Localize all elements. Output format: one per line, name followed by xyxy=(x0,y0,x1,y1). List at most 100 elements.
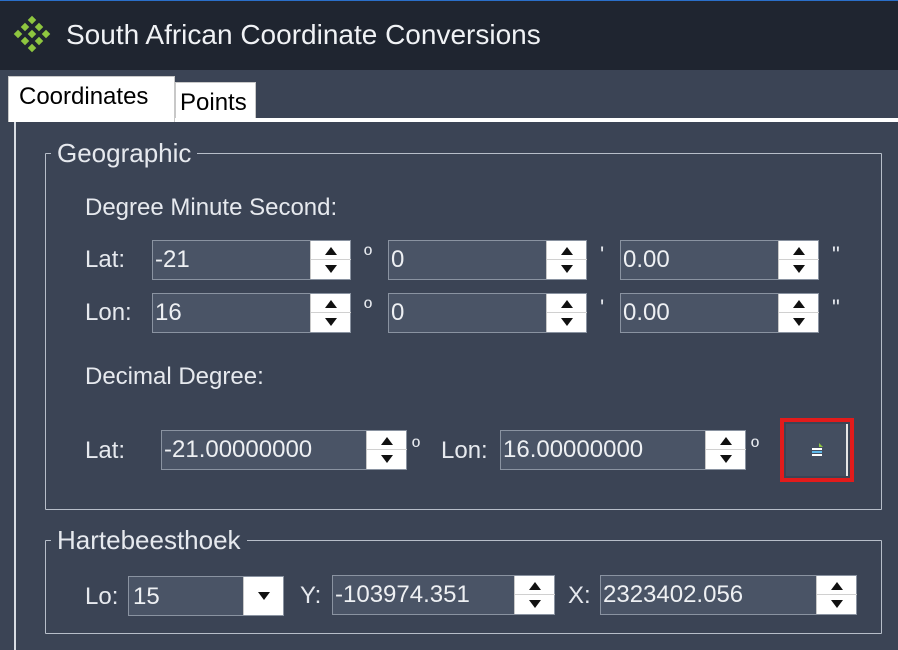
dms-lon-label: Lon: xyxy=(85,299,132,326)
arrow-up-icon xyxy=(793,300,805,308)
dms-lon-seconds-stepper xyxy=(778,294,819,332)
dms-lat-seconds-stepper xyxy=(778,241,819,279)
arrow-down-icon xyxy=(325,318,337,326)
increment-button[interactable] xyxy=(779,241,819,260)
dms-lon-minutes-stepper xyxy=(546,294,587,332)
y-coordinate-spinbox[interactable]: -103974.351 xyxy=(332,575,555,615)
dms-lat-degrees-stepper xyxy=(310,241,351,279)
x-label: X: xyxy=(568,582,591,609)
lo-dropdown-button[interactable] xyxy=(243,577,283,615)
decimal-lat-stepper xyxy=(366,431,407,469)
dms-lon-minutes-value[interactable]: 0 xyxy=(391,294,404,332)
dms-lon-minutes-spinbox[interactable]: 0 xyxy=(388,293,587,333)
title-bar: South African Coordinate Conversions xyxy=(0,0,898,70)
lo-label: Lo: xyxy=(85,583,119,610)
decrement-button[interactable] xyxy=(547,313,587,332)
increment-button[interactable] xyxy=(547,241,587,260)
y-coordinate-stepper xyxy=(514,576,555,614)
dms-lat-minutes-stepper xyxy=(546,241,587,279)
second-symbol: " xyxy=(832,242,840,267)
decrement-button[interactable] xyxy=(547,260,587,279)
arrow-up-icon xyxy=(529,582,541,590)
arrow-up-icon xyxy=(831,582,843,590)
arrow-up-icon xyxy=(381,437,393,445)
decrement-button[interactable] xyxy=(779,313,819,332)
degree-symbol: º xyxy=(751,434,760,459)
decrement-button[interactable] xyxy=(515,595,555,614)
arrow-up-icon xyxy=(325,300,337,308)
dms-lat-minutes-value[interactable]: 0 xyxy=(391,241,404,279)
lo-select[interactable]: 15 xyxy=(128,576,284,616)
decrement-button[interactable] xyxy=(706,450,746,469)
increment-button[interactable] xyxy=(817,576,857,595)
decimal-lon-value[interactable]: 16.00000000 xyxy=(503,431,643,469)
tab-coordinates[interactable]: Coordinates xyxy=(8,76,175,122)
dms-lon-degrees-spinbox[interactable]: 16 xyxy=(152,293,351,333)
arrow-down-icon xyxy=(793,265,805,273)
decimal-lon-spinbox[interactable]: 16.00000000 xyxy=(500,430,746,470)
dms-lon-degrees-value[interactable]: 16 xyxy=(155,294,182,332)
window-title: South African Coordinate Conversions xyxy=(66,19,541,50)
arrow-up-icon xyxy=(720,437,732,445)
dms-lat-degrees-value[interactable]: -21 xyxy=(155,241,190,279)
increment-button[interactable] xyxy=(515,576,555,595)
increment-button[interactable] xyxy=(547,294,587,313)
arrow-down-icon xyxy=(381,455,393,463)
increment-button[interactable] xyxy=(311,294,351,313)
decrement-button[interactable] xyxy=(311,260,351,279)
decrement-button[interactable] xyxy=(311,313,351,332)
decimal-lat-spinbox[interactable]: -21.00000000 xyxy=(161,430,407,470)
tab-points[interactable]: Points xyxy=(175,82,256,120)
tab-bar: Coordinates Points xyxy=(0,70,898,122)
decimal-lon-stepper xyxy=(705,431,746,469)
geographic-group-title: Geographic xyxy=(51,140,198,166)
decimal-lon-label: Lon: xyxy=(441,437,488,464)
dms-lat-seconds-spinbox[interactable]: 0.00 xyxy=(620,240,819,280)
dms-lat-seconds-value[interactable]: 0.00 xyxy=(623,241,670,279)
lo-selected-value[interactable]: 15 xyxy=(133,577,160,617)
copy-coordinates-button[interactable] xyxy=(780,418,854,482)
decimal-heading: Decimal Degree: xyxy=(85,363,264,390)
increment-button[interactable] xyxy=(706,431,746,450)
arrow-down-icon xyxy=(325,265,337,273)
copy-button-face[interactable] xyxy=(786,424,848,476)
dms-lon-degrees-stepper xyxy=(310,294,351,332)
arrow-down-icon xyxy=(793,318,805,326)
diamond-grid-icon xyxy=(13,15,51,53)
increment-button[interactable] xyxy=(311,241,351,260)
increment-button[interactable] xyxy=(367,431,407,450)
dms-lat-minutes-spinbox[interactable]: 0 xyxy=(388,240,587,280)
minute-symbol: ' xyxy=(600,242,605,267)
arrow-up-icon xyxy=(561,247,573,255)
decimal-lat-value[interactable]: -21.00000000 xyxy=(164,431,312,469)
y-coordinate-value[interactable]: -103974.351 xyxy=(335,576,470,614)
arrow-up-icon xyxy=(793,247,805,255)
dms-heading: Degree Minute Second: xyxy=(85,194,338,221)
dms-lon-seconds-value[interactable]: 0.00 xyxy=(623,294,670,332)
arrow-down-icon xyxy=(529,600,541,608)
arrow-down-icon xyxy=(561,318,573,326)
decrement-button[interactable] xyxy=(367,450,407,469)
hartebeesthoek-group-title: Hartebeesthoek xyxy=(51,527,247,553)
x-coordinate-value[interactable]: 2323402.056 xyxy=(603,576,743,614)
dms-lon-seconds-spinbox[interactable]: 0.00 xyxy=(620,293,819,333)
decrement-button[interactable] xyxy=(779,260,819,279)
arrow-down-icon xyxy=(561,265,573,273)
dms-lat-degrees-spinbox[interactable]: -21 xyxy=(152,240,351,280)
arrow-down-icon xyxy=(720,455,732,463)
decrement-button[interactable] xyxy=(817,595,857,614)
degree-symbol: º xyxy=(364,295,373,320)
dms-lat-label: Lat: xyxy=(85,246,126,273)
decimal-lat-label: Lat: xyxy=(85,437,126,464)
x-coordinate-spinbox[interactable]: 2323402.056 xyxy=(600,575,857,615)
y-label: Y: xyxy=(300,582,322,609)
second-symbol: " xyxy=(832,295,840,320)
degree-symbol: º xyxy=(412,434,421,459)
degree-symbol: º xyxy=(364,242,373,267)
arrow-up-icon xyxy=(325,247,337,255)
x-coordinate-stepper xyxy=(816,576,857,614)
arrow-down-icon xyxy=(831,600,843,608)
copy-to-clipboard-icon xyxy=(812,443,823,456)
increment-button[interactable] xyxy=(779,294,819,313)
minute-symbol: ' xyxy=(600,295,605,320)
